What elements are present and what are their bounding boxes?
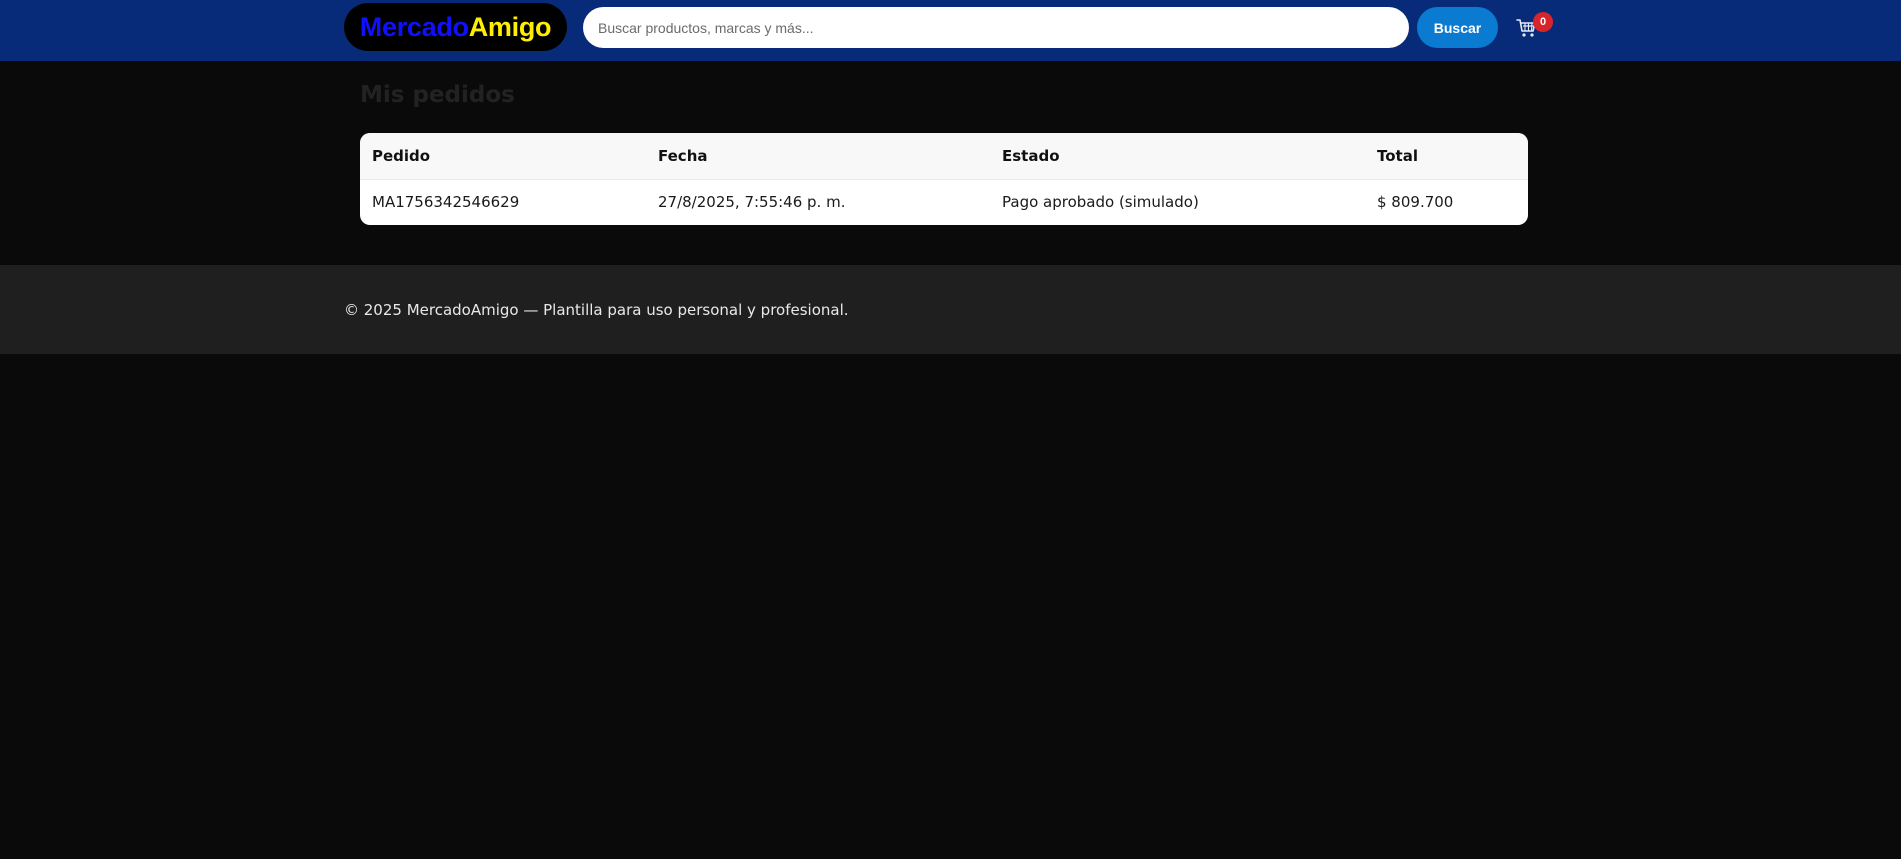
- site-footer: © 2025 MercadoAmigo — Plantilla para uso…: [0, 265, 1901, 354]
- table-header-row: Pedido Fecha Estado Total: [360, 133, 1528, 180]
- cart-button[interactable]: 0: [1512, 12, 1553, 44]
- column-header-pedido: Pedido: [360, 133, 646, 180]
- column-header-fecha: Fecha: [646, 133, 990, 180]
- footer-copyright: © 2025 MercadoAmigo — Plantilla para uso…: [344, 301, 849, 319]
- top-header-bar: MercadoAmigo Buscar 0: [0, 0, 1901, 61]
- order-total-cell: $ 809.700: [1377, 193, 1454, 212]
- site-logo[interactable]: Mercado Amigo: [344, 3, 567, 51]
- cart-count-badge: 0: [1533, 12, 1553, 32]
- search-input[interactable]: [583, 7, 1409, 48]
- search-button[interactable]: Buscar: [1417, 7, 1498, 48]
- order-status-cell: Pago aprobado (simulado): [1002, 193, 1199, 212]
- column-header-estado: Estado: [990, 133, 1365, 180]
- orders-table: Pedido Fecha Estado Total MA175634254662…: [360, 133, 1528, 225]
- order-id-cell: MA1756342546629: [372, 193, 520, 212]
- column-header-total: Total: [1365, 133, 1528, 180]
- table-row: MA1756342546629 27/8/2025, 7:55:46 p. m.…: [360, 179, 1528, 225]
- order-date-cell: 27/8/2025, 7:55:46 p. m.: [658, 193, 846, 212]
- logo-text-amigo: Amigo: [468, 11, 552, 42]
- logo-text-mercado: Mercado: [359, 11, 469, 42]
- orders-table-card: Pedido Fecha Estado Total MA175634254662…: [360, 133, 1528, 225]
- page-title: Mis pedidos: [360, 82, 515, 108]
